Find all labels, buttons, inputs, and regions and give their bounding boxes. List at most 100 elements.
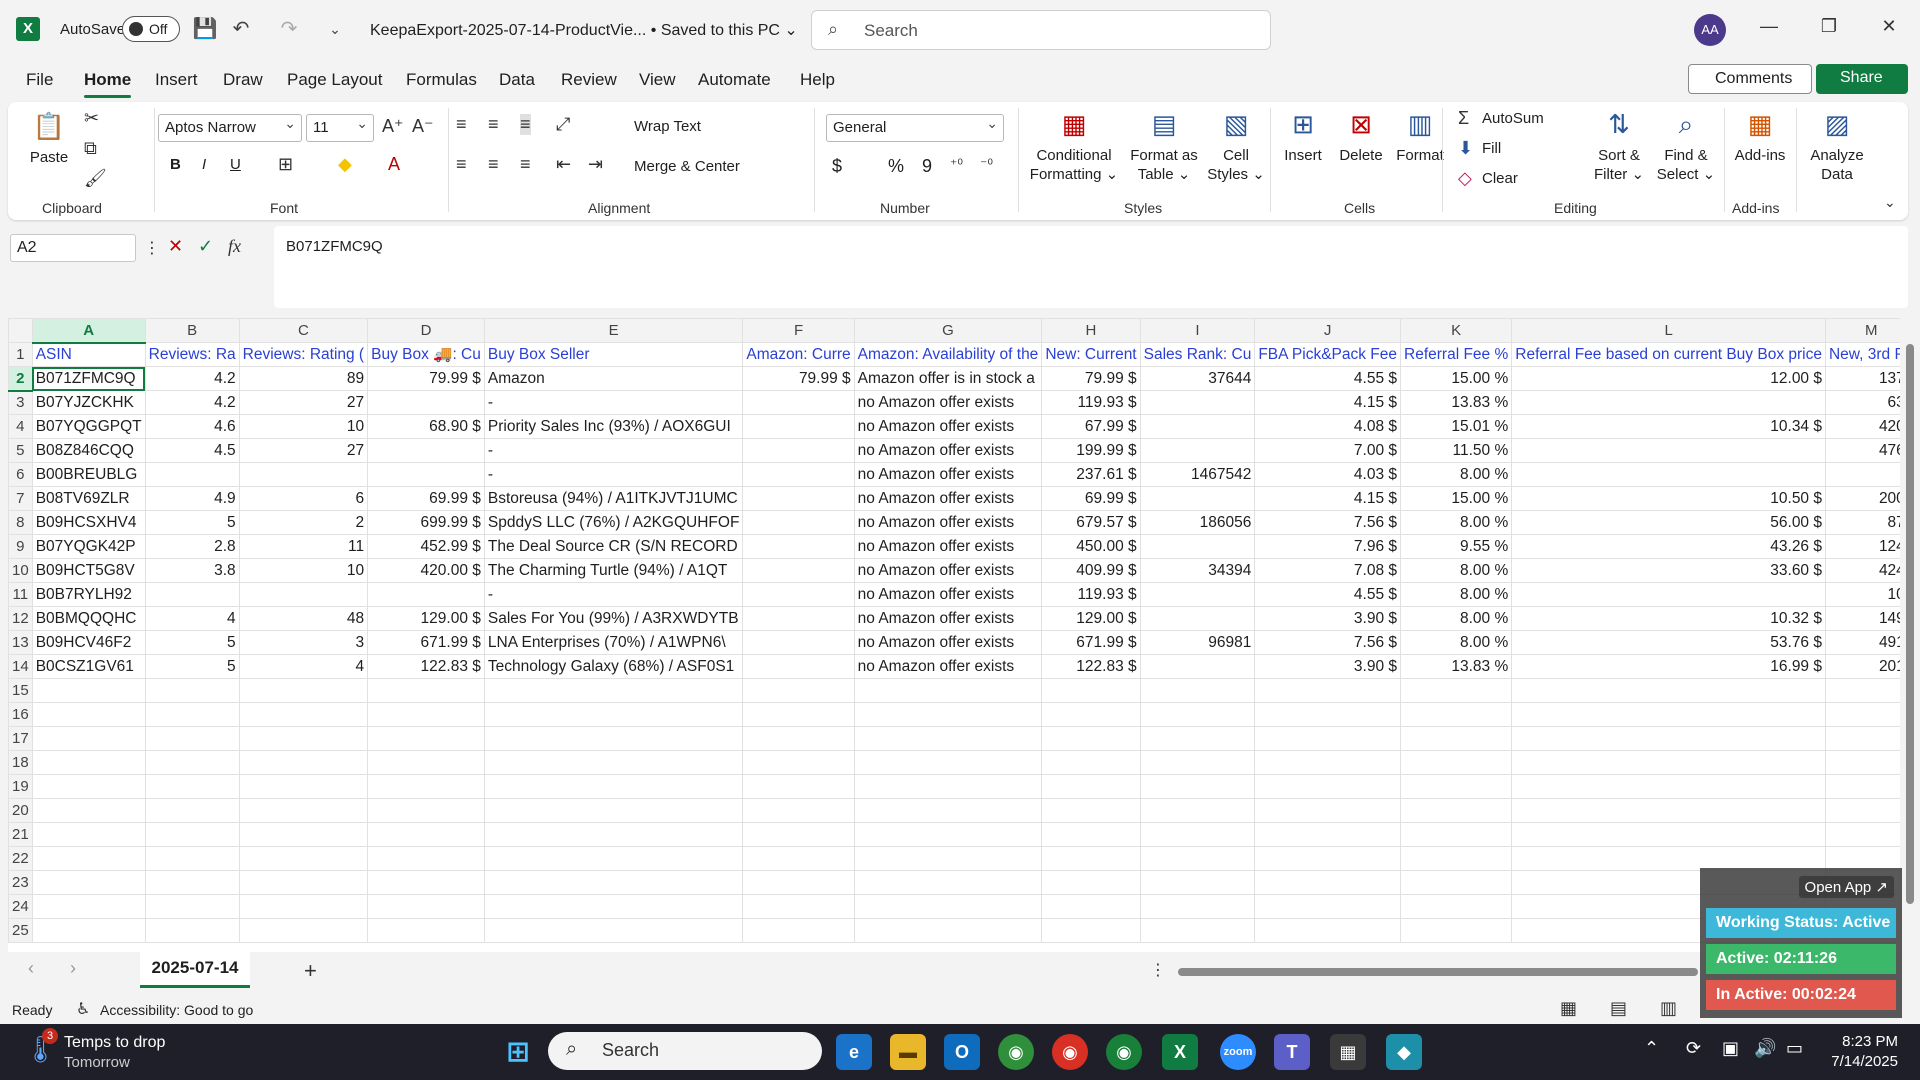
table-cell[interactable] [483, 894, 744, 919]
table-cell[interactable] [1400, 918, 1513, 943]
table-cell[interactable] [853, 846, 1043, 871]
table-cell[interactable] [144, 846, 240, 871]
table-cell[interactable] [367, 726, 485, 751]
table-cell[interactable]: 15.01 % [1400, 414, 1513, 439]
table-cell[interactable] [238, 726, 369, 751]
table-cell[interactable]: 37644 [1139, 366, 1256, 391]
tab-automate[interactable]: Automate [698, 70, 771, 90]
table-cell[interactable]: 4.15 $ [1254, 486, 1402, 511]
table-cell[interactable] [1139, 606, 1256, 631]
table-cell[interactable]: 2008 [1824, 486, 1900, 511]
clear-icon[interactable]: ◇ [1458, 168, 1472, 189]
table-cell[interactable] [742, 918, 855, 943]
table-cell[interactable] [1511, 702, 1826, 727]
row-header[interactable]: 24 [8, 894, 33, 919]
table-cell[interactable] [1511, 798, 1826, 823]
table-cell[interactable]: The Deal Source CR (S/N RECORD [483, 534, 744, 559]
table-cell[interactable] [742, 606, 855, 631]
align-right-icon[interactable]: ≡ [520, 154, 531, 175]
next-sheet-icon[interactable]: › [70, 958, 76, 979]
table-cell[interactable] [31, 870, 146, 895]
table-cell[interactable]: - [483, 438, 744, 463]
row-header[interactable]: 18 [8, 750, 33, 775]
table-cell[interactable]: 10.50 $ [1511, 486, 1826, 511]
table-cell[interactable]: 679.57 $ [1041, 510, 1141, 535]
table-cell[interactable] [853, 726, 1043, 751]
column-header[interactable]: E [483, 318, 744, 343]
table-cell[interactable] [742, 774, 855, 799]
table-cell[interactable]: 2018 [1824, 654, 1900, 679]
table-cell[interactable] [367, 774, 485, 799]
table-cell[interactable] [144, 774, 240, 799]
table-cell[interactable] [1254, 678, 1402, 703]
column-header[interactable]: J [1254, 318, 1402, 343]
wrap-text-button[interactable]: Wrap Text [634, 118, 701, 135]
table-cell[interactable]: B00BREUBLG [31, 462, 146, 487]
table-cell[interactable] [1041, 726, 1141, 751]
table-cell[interactable]: 13.83 % [1400, 654, 1513, 679]
vertical-scrollbar[interactable] [1902, 318, 1918, 952]
app-icon[interactable]: ◆ [1386, 1034, 1422, 1070]
table-cell[interactable]: 89 [238, 366, 369, 391]
outlook-icon[interactable]: O [944, 1034, 980, 1070]
row-header[interactable]: 10 [8, 558, 33, 583]
header-cell[interactable]: Amazon: Curre [742, 342, 855, 367]
collapse-ribbon-icon[interactable]: ⌄ [1884, 194, 1896, 211]
table-cell[interactable] [742, 846, 855, 871]
table-cell[interactable]: 4.2 [144, 390, 240, 415]
conditional-formatting-button[interactable]: ▦ Conditional Formatting ⌄ [1024, 106, 1124, 184]
table-cell[interactable] [1139, 798, 1256, 823]
table-cell[interactable]: 119.93 $ [1041, 582, 1141, 607]
table-cell[interactable] [1041, 894, 1141, 919]
table-cell[interactable]: 3.90 $ [1254, 606, 1402, 631]
row-header[interactable]: 11 [8, 582, 33, 607]
table-cell[interactable]: The Charming Turtle (94%) / A1QT [483, 558, 744, 583]
table-cell[interactable]: 6 [238, 486, 369, 511]
table-cell[interactable] [144, 750, 240, 775]
table-cell[interactable]: 8.00 % [1400, 630, 1513, 655]
table-cell[interactable]: no Amazon offer exists [853, 606, 1043, 631]
table-cell[interactable] [1511, 774, 1826, 799]
table-cell[interactable]: no Amazon offer exists [853, 558, 1043, 583]
table-cell[interactable]: 16.99 $ [1511, 654, 1826, 679]
table-cell[interactable]: B07YJZCKHK [31, 390, 146, 415]
table-cell[interactable] [742, 870, 855, 895]
show-hidden-icons[interactable]: ⌃ [1644, 1038, 1659, 1059]
table-cell[interactable] [742, 390, 855, 415]
table-cell[interactable]: 3.8 [144, 558, 240, 583]
edge-icon[interactable]: e [836, 1034, 872, 1070]
table-cell[interactable] [1139, 726, 1256, 751]
insert-cells-button[interactable]: ⊞ Insert [1274, 106, 1332, 165]
table-cell[interactable]: B08Z846CQQ [31, 438, 146, 463]
calculator-icon[interactable]: ▦ [1330, 1034, 1366, 1070]
column-header[interactable]: C [238, 318, 369, 343]
row-header[interactable]: 23 [8, 870, 33, 895]
table-cell[interactable]: 7.56 $ [1254, 630, 1402, 655]
table-cell[interactable] [742, 438, 855, 463]
cell-styles-button[interactable]: ▧ Cell Styles ⌄ [1204, 106, 1268, 184]
column-header[interactable]: H [1041, 318, 1141, 343]
table-cell[interactable]: no Amazon offer exists [853, 486, 1043, 511]
header-cell[interactable]: New: Current [1041, 342, 1141, 367]
table-cell[interactable]: B07YQGGPQT [31, 414, 146, 439]
table-cell[interactable]: B0B7RYLH92 [31, 582, 146, 607]
decrease-indent-icon[interactable]: ⇤ [556, 154, 571, 175]
document-title[interactable]: KeepaExport-2025-07-14-ProductVie... • S… [370, 20, 798, 40]
table-cell[interactable]: 4200 [1824, 414, 1900, 439]
table-cell[interactable]: 452.99 $ [367, 534, 485, 559]
decrease-font-icon[interactable]: A⁻ [412, 116, 434, 137]
row-header[interactable]: 16 [8, 702, 33, 727]
table-cell[interactable] [1400, 774, 1513, 799]
table-cell[interactable]: 671.99 $ [1041, 630, 1141, 655]
header-cell[interactable]: FBA Pick&Pack Fee [1254, 342, 1402, 367]
table-cell[interactable]: - [483, 462, 744, 487]
table-cell[interactable] [367, 894, 485, 919]
header-cell[interactable]: Referral Fee based on current Buy Box pr… [1511, 342, 1826, 367]
customize-toolbar-icon[interactable]: ⌄ [322, 16, 348, 42]
table-cell[interactable]: 119.93 $ [1041, 390, 1141, 415]
table-cell[interactable]: 67.99 $ [1041, 414, 1141, 439]
header-cell[interactable]: ASIN [31, 342, 146, 367]
table-cell[interactable]: 10 [238, 558, 369, 583]
comments-button[interactable]: Comments [1688, 64, 1812, 94]
table-cell[interactable] [1139, 702, 1256, 727]
